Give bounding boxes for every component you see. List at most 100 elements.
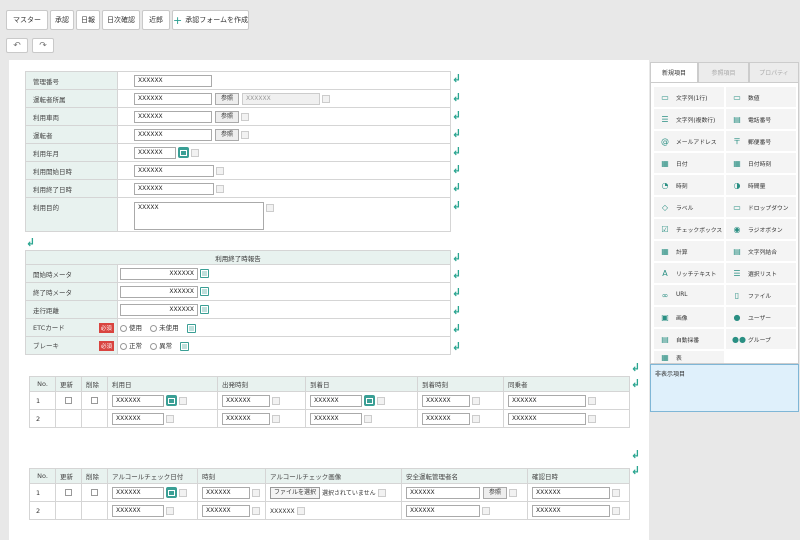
brake-abnormal-radio[interactable]: 異常 xyxy=(150,342,172,350)
check-time-input[interactable]: XXXXXX xyxy=(202,486,250,499)
palette-item-file[interactable]: ▯ ファイル xyxy=(726,285,796,305)
arrival-time-input[interactable]: XXXXXX xyxy=(422,412,470,425)
tab-properties[interactable]: プロパティ xyxy=(749,62,799,82)
field-settings-icon[interactable] xyxy=(241,112,250,121)
etc-unused-radio[interactable]: 未使用 xyxy=(150,324,179,332)
field-settings-icon[interactable] xyxy=(191,148,199,157)
approval-button[interactable]: 承認 xyxy=(50,10,74,30)
field-settings-icon[interactable] xyxy=(252,506,260,515)
palette-item-checkbox[interactable]: ☑ チェックボックス xyxy=(654,219,724,239)
field-settings-icon[interactable] xyxy=(322,94,331,103)
field-settings-icon[interactable] xyxy=(216,166,224,175)
palette-item-number[interactable]: ▭ 数値 xyxy=(726,87,796,107)
etc-use-radio[interactable]: 使用 xyxy=(120,324,142,332)
update-checkbox[interactable] xyxy=(65,397,72,404)
usage-date-input[interactable]: XXXXXX xyxy=(112,394,164,407)
usage-date-input[interactable]: XXXXXX xyxy=(112,412,164,425)
check-date-input[interactable]: XXXXXX xyxy=(112,504,164,517)
undo-button[interactable]: ↶ xyxy=(6,38,28,53)
driver-ref-button[interactable]: 参照 xyxy=(215,128,240,141)
palette-item-dropdown[interactable]: ▭ ドロップダウン xyxy=(726,197,796,217)
redo-button[interactable]: ↷ xyxy=(32,38,54,53)
field-settings-icon[interactable] xyxy=(588,414,596,423)
check-date-input[interactable]: XXXXXX xyxy=(112,486,164,499)
delete-checkbox[interactable] xyxy=(91,489,98,496)
confirm-datetime-input[interactable]: XXXXXX xyxy=(532,504,610,517)
driver-dept-input[interactable]: XXXXXX xyxy=(134,92,212,105)
near-button[interactable]: 近郎 xyxy=(142,10,170,30)
palette-item-text-line[interactable]: ▭ 文字列(1行) xyxy=(654,87,724,107)
field-settings-icon[interactable] xyxy=(272,396,280,405)
field-settings-icon[interactable] xyxy=(509,488,518,497)
arrival-time-input[interactable]: XXXXXX xyxy=(422,394,470,407)
field-settings-icon[interactable] xyxy=(272,414,280,423)
manager-ref-button[interactable]: 参照 xyxy=(483,486,508,499)
vehicle-input[interactable]: XXXXXX xyxy=(134,110,212,123)
palette-item-email[interactable]: @ メールアドレス xyxy=(654,131,724,151)
field-settings-icon[interactable] xyxy=(588,396,596,405)
palette-item-radio[interactable]: ◉ ラジオボタン xyxy=(726,219,796,239)
palette-item-calc[interactable]: ▦ 計算 xyxy=(654,241,724,261)
palette-item-time[interactable]: ◔ 時刻 xyxy=(654,175,724,195)
manager-name-input[interactable]: XXXXXX xyxy=(406,504,480,517)
passenger-input[interactable]: XXXXXX xyxy=(508,412,586,425)
depart-time-input[interactable]: XXXXXX xyxy=(222,412,270,425)
palette-item-select-list[interactable]: ☰ 選択リスト xyxy=(726,263,796,283)
palette-item-user[interactable]: ● ユーザー xyxy=(726,307,796,327)
field-settings-icon[interactable] xyxy=(482,506,490,515)
field-settings-icon[interactable] xyxy=(179,396,187,405)
calendar-icon[interactable] xyxy=(166,395,177,406)
tab-new-items[interactable]: 新規項目 xyxy=(650,62,698,82)
field-settings-icon[interactable] xyxy=(377,488,386,497)
palette-item-group[interactable]: ●● グループ xyxy=(726,329,796,349)
confirm-datetime-input[interactable]: XXXXXX xyxy=(532,486,610,499)
field-settings-icon[interactable] xyxy=(377,396,385,405)
palette-item-date[interactable]: ▦ 日付 xyxy=(654,153,724,173)
passenger-input[interactable]: XXXXXX xyxy=(508,394,586,407)
check-time-input[interactable]: XXXXXX xyxy=(202,504,250,517)
driver-input[interactable]: XXXXXX xyxy=(134,128,212,141)
vehicle-ref-button[interactable]: 参照 xyxy=(215,110,240,123)
palette-item-postal[interactable]: 〒郵便番号 xyxy=(726,131,796,151)
delete-checkbox[interactable] xyxy=(91,397,98,404)
calendar-icon[interactable] xyxy=(364,395,375,406)
hidden-items-area[interactable]: 非表示項目 xyxy=(650,364,799,412)
field-settings-icon[interactable] xyxy=(166,414,174,423)
arrival-date-input[interactable]: XXXXXX xyxy=(310,394,362,407)
palette-item-phone[interactable]: ▤ 電話番号 xyxy=(726,109,796,129)
daily-check-button[interactable]: 日次確認 xyxy=(102,10,140,30)
palette-item-label-field[interactable]: ◇ ラベル xyxy=(654,197,724,217)
palette-item-duration[interactable]: ◑ 時間量 xyxy=(726,175,796,195)
field-settings-icon[interactable] xyxy=(364,414,372,423)
field-settings-icon[interactable] xyxy=(472,396,480,405)
arrival-date-input[interactable]: XXXXXX xyxy=(310,412,362,425)
field-settings-icon[interactable] xyxy=(296,506,305,515)
palette-item-datetime[interactable]: ▦ 日付時刻 xyxy=(726,153,796,173)
field-settings-icon[interactable] xyxy=(612,488,620,497)
palette-item-image[interactable]: ▣ 画像 xyxy=(654,307,724,327)
tab-reference-items[interactable]: 参照項目 xyxy=(698,62,749,82)
driver-dept-ref-button[interactable]: 参照 xyxy=(215,92,240,105)
start-meter-input[interactable]: XXXXXX xyxy=(120,267,198,280)
calendar-icon[interactable] xyxy=(166,487,177,498)
palette-item-text-multi[interactable]: ☰ 文字列(複数行) xyxy=(654,109,724,129)
field-settings-icon[interactable] xyxy=(612,506,620,515)
manager-name-input[interactable]: XXXXXX xyxy=(406,486,480,499)
palette-item-table[interactable]: ▦ 表 xyxy=(654,351,724,363)
distance-input[interactable]: XXXXXX xyxy=(120,303,198,316)
depart-time-input[interactable]: XXXXXX xyxy=(222,394,270,407)
field-settings-icon[interactable] xyxy=(179,488,187,497)
create-form-button[interactable]: + 承認フォームを作成 xyxy=(172,10,249,30)
master-button[interactable]: マスター xyxy=(6,10,48,30)
update-checkbox[interactable] xyxy=(65,489,72,496)
field-settings-icon[interactable] xyxy=(216,184,224,193)
palette-item-autonumber[interactable]: ▤ 自動採番 xyxy=(654,329,724,349)
file-select-button[interactable]: ファイルを選択 xyxy=(270,486,321,499)
brake-normal-radio[interactable]: 正常 xyxy=(120,342,142,350)
field-settings-icon[interactable] xyxy=(472,414,480,423)
field-settings-icon[interactable] xyxy=(266,203,274,212)
field-settings-icon[interactable] xyxy=(166,506,174,515)
end-meter-input[interactable]: XXXXXX xyxy=(120,285,198,298)
palette-item-concat[interactable]: ▤ 文字列結合 xyxy=(726,241,796,261)
calendar-icon[interactable] xyxy=(178,147,189,158)
